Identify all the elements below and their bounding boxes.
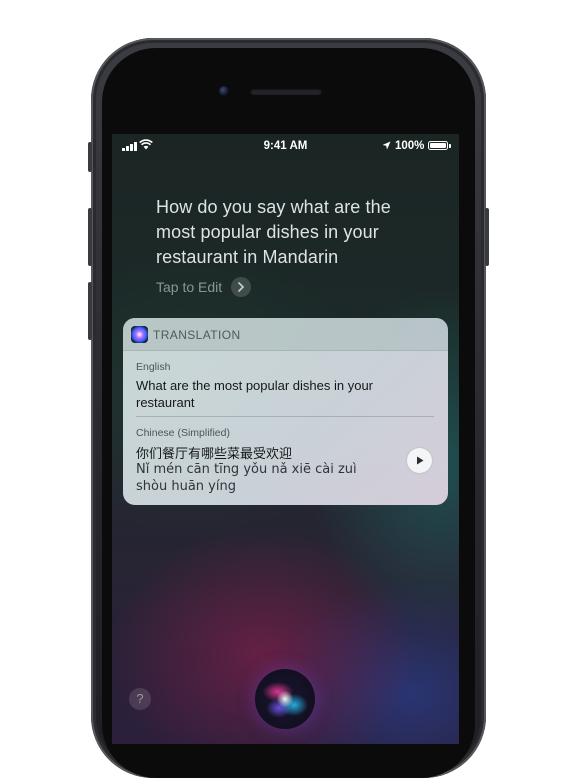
translation-card-header: TRANSLATION: [123, 318, 448, 351]
source-text: What are the most popular dishes in your…: [136, 378, 374, 410]
translated-text: 你们餐厅有哪些菜最受欢迎: [136, 446, 293, 461]
power-button: [485, 208, 489, 266]
volume-down-button: [88, 282, 92, 340]
tap-to-edit-button[interactable]: Tap to Edit: [156, 277, 252, 297]
battery-tip: [449, 144, 451, 148]
battery-percentage: 100%: [395, 140, 425, 152]
tap-to-edit-label: Tap to Edit: [156, 279, 223, 295]
siri-query-text: How do you say what are the most popular…: [156, 197, 391, 267]
source-language-label: English: [136, 361, 171, 373]
target-language-label: Chinese (Simplified): [136, 427, 230, 439]
play-icon: [416, 456, 423, 465]
siri-orb-button[interactable]: [255, 669, 315, 729]
location-arrow-icon: [382, 141, 391, 150]
help-button[interactable]: ?: [129, 688, 151, 710]
translation-card-title: TRANSLATION: [153, 328, 241, 342]
translation-card[interactable]: TRANSLATION English What are the most po…: [123, 318, 448, 505]
chevron-right-icon: [231, 277, 252, 297]
pinyin-text: Nǐ mén cān tīng yǒu nǎ xiē cài zuì shòu …: [136, 462, 357, 494]
play-button[interactable]: [407, 448, 432, 473]
volume-up-button: [88, 208, 92, 266]
status-bar: 9:41 AM 100%: [112, 134, 459, 158]
siri-screen: 9:41 AM 100% How do you say what are the…: [112, 134, 459, 744]
front-camera: [219, 86, 229, 96]
siri-app-icon: [131, 326, 148, 343]
divider: [136, 416, 434, 417]
earpiece-speaker: [250, 88, 322, 95]
mute-switch: [88, 142, 92, 172]
battery-icon: [428, 141, 448, 150]
